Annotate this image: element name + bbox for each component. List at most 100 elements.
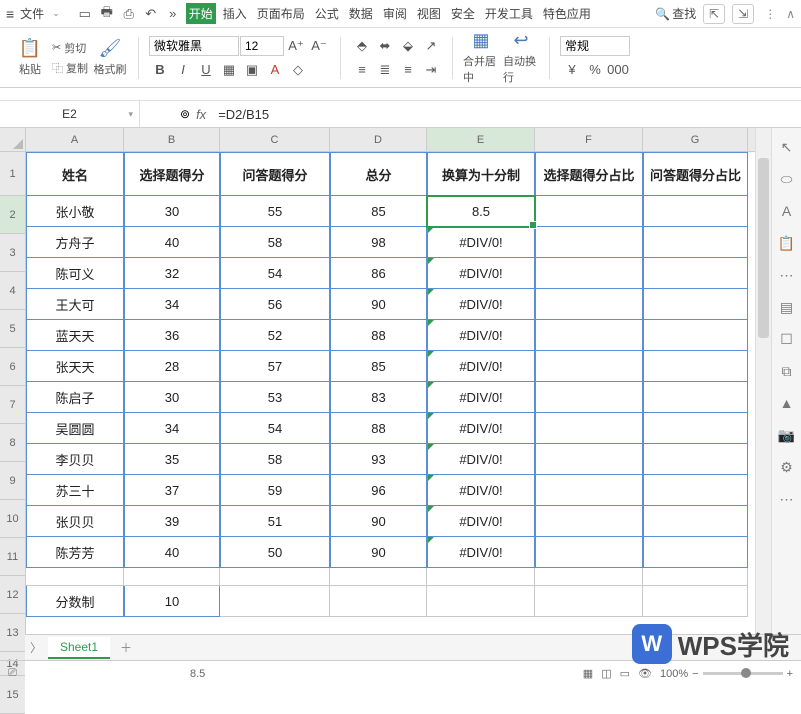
cell[interactable]: 李贝贝 xyxy=(26,444,124,475)
row-header[interactable]: 9 xyxy=(0,462,25,500)
tab-data[interactable]: 数据 xyxy=(346,3,376,24)
bold-button[interactable]: B xyxy=(149,60,171,80)
zoom-in-button[interactable]: + xyxy=(787,668,793,680)
cell[interactable]: 58 xyxy=(220,444,330,475)
cut-button[interactable]: ✂剪切 xyxy=(52,40,88,56)
select-icon[interactable]: ⬭ xyxy=(778,170,796,188)
cell[interactable]: #DIV/0! xyxy=(427,382,535,413)
cell[interactable] xyxy=(535,413,643,444)
cell[interactable]: 张天天 xyxy=(26,351,124,382)
cell[interactable]: 85 xyxy=(330,196,427,227)
cell[interactable]: 98 xyxy=(330,227,427,258)
cell[interactable] xyxy=(643,258,748,289)
align-bottom-button[interactable]: ⬙ xyxy=(397,36,419,56)
col-header[interactable]: G xyxy=(643,128,748,151)
cell[interactable]: 90 xyxy=(330,537,427,568)
search-button[interactable]: 🔍 查找 xyxy=(655,5,696,22)
align-center-button[interactable]: ≣ xyxy=(374,60,396,80)
cell[interactable]: 86 xyxy=(330,258,427,289)
percent-button[interactable]: % xyxy=(584,60,606,80)
cell[interactable]: 总分 xyxy=(330,152,427,196)
cell[interactable]: #DIV/0! xyxy=(427,320,535,351)
camera-icon[interactable]: 📷 xyxy=(778,426,796,444)
cell[interactable]: 蓝天天 xyxy=(26,320,124,351)
cell[interactable]: 方舟子 xyxy=(26,227,124,258)
cell[interactable]: 问答题得分占比 xyxy=(643,152,748,196)
cell[interactable]: 88 xyxy=(330,320,427,351)
cell[interactable] xyxy=(330,568,427,586)
cell[interactable] xyxy=(220,568,330,586)
cell[interactable]: 分数制 xyxy=(26,586,124,617)
italic-button[interactable]: I xyxy=(172,60,194,80)
copy-button[interactable]: ⿻复制 xyxy=(52,60,88,76)
cell[interactable]: 51 xyxy=(220,506,330,537)
row-header[interactable]: 5 xyxy=(0,310,25,348)
row-header[interactable]: 4 xyxy=(0,272,25,310)
quick-print-icon[interactable]: 🖶 xyxy=(98,3,116,25)
decrease-font-button[interactable]: A⁻ xyxy=(308,36,330,56)
zoom-slider[interactable] xyxy=(703,672,783,675)
tab-view[interactable]: 视图 xyxy=(414,3,444,24)
cell[interactable]: 93 xyxy=(330,444,427,475)
view-pagelayout-icon[interactable]: ◫ xyxy=(601,667,611,680)
cell[interactable]: 55 xyxy=(220,196,330,227)
paste-button[interactable]: 📋 粘贴 xyxy=(12,38,48,77)
cell[interactable]: 58 xyxy=(220,227,330,258)
cell[interactable]: 50 xyxy=(220,537,330,568)
cell[interactable] xyxy=(535,258,643,289)
cell[interactable]: #DIV/0! xyxy=(427,475,535,506)
cell[interactable]: 57 xyxy=(220,351,330,382)
cell[interactable] xyxy=(535,227,643,258)
border-button[interactable]: ▦ xyxy=(218,60,240,80)
cell[interactable] xyxy=(643,537,748,568)
align-right-button[interactable]: ≡ xyxy=(397,60,419,80)
row-header[interactable]: 10 xyxy=(0,500,25,538)
orientation-button[interactable]: ↗ xyxy=(420,36,442,56)
view-pagebreak-icon[interactable]: ▭ xyxy=(620,667,630,680)
col-header[interactable]: A xyxy=(26,128,124,151)
font-color-button[interactable]: A xyxy=(264,60,286,80)
zoom-out-button[interactable]: − xyxy=(692,668,698,680)
tab-devtools[interactable]: 开发工具 xyxy=(482,3,536,24)
cell[interactable]: 32 xyxy=(124,258,220,289)
clipboard-icon[interactable]: 📋 xyxy=(778,234,796,252)
cell[interactable]: 选择题得分占比 xyxy=(535,152,643,196)
cell[interactable]: 36 xyxy=(124,320,220,351)
row-header[interactable]: 8 xyxy=(0,424,25,462)
cell[interactable] xyxy=(643,444,748,475)
cell[interactable] xyxy=(643,289,748,320)
cell[interactable]: 96 xyxy=(330,475,427,506)
col-header[interactable]: F xyxy=(535,128,643,151)
comma-button[interactable]: 000 xyxy=(607,60,629,80)
cell[interactable] xyxy=(427,568,535,586)
cell[interactable]: 90 xyxy=(330,289,427,320)
font-name-combo[interactable] xyxy=(149,36,239,56)
font-size-combo[interactable] xyxy=(240,36,284,56)
col-header[interactable]: E xyxy=(427,128,535,151)
cell[interactable]: 10 xyxy=(124,586,220,617)
cell[interactable] xyxy=(535,351,643,382)
task-icon[interactable]: ☐ xyxy=(778,330,796,348)
cell[interactable] xyxy=(643,568,748,586)
cell[interactable] xyxy=(643,413,748,444)
merge-center-button[interactable]: ▦ 合并居中 xyxy=(463,30,499,85)
cell[interactable]: 姓名 xyxy=(26,152,124,196)
row-header[interactable]: 1 xyxy=(0,152,25,196)
clear-format-button[interactable]: ◇ xyxy=(287,60,309,80)
cell[interactable]: 8.5 xyxy=(427,196,535,227)
cell[interactable]: 吴圆圆 xyxy=(26,413,124,444)
cell[interactable] xyxy=(330,586,427,617)
row-header[interactable]: 7 xyxy=(0,386,25,424)
number-format-combo[interactable] xyxy=(560,36,630,56)
col-header[interactable]: B xyxy=(124,128,220,151)
cell[interactable]: 88 xyxy=(330,413,427,444)
col-header[interactable]: C xyxy=(220,128,330,151)
cell[interactable] xyxy=(643,227,748,258)
cell[interactable]: 35 xyxy=(124,444,220,475)
cell[interactable] xyxy=(427,586,535,617)
cell[interactable]: 34 xyxy=(124,289,220,320)
cell[interactable]: #DIV/0! xyxy=(427,351,535,382)
cell[interactable]: 张贝贝 xyxy=(26,506,124,537)
cell[interactable]: 52 xyxy=(220,320,330,351)
underline-button[interactable]: U xyxy=(195,60,217,80)
